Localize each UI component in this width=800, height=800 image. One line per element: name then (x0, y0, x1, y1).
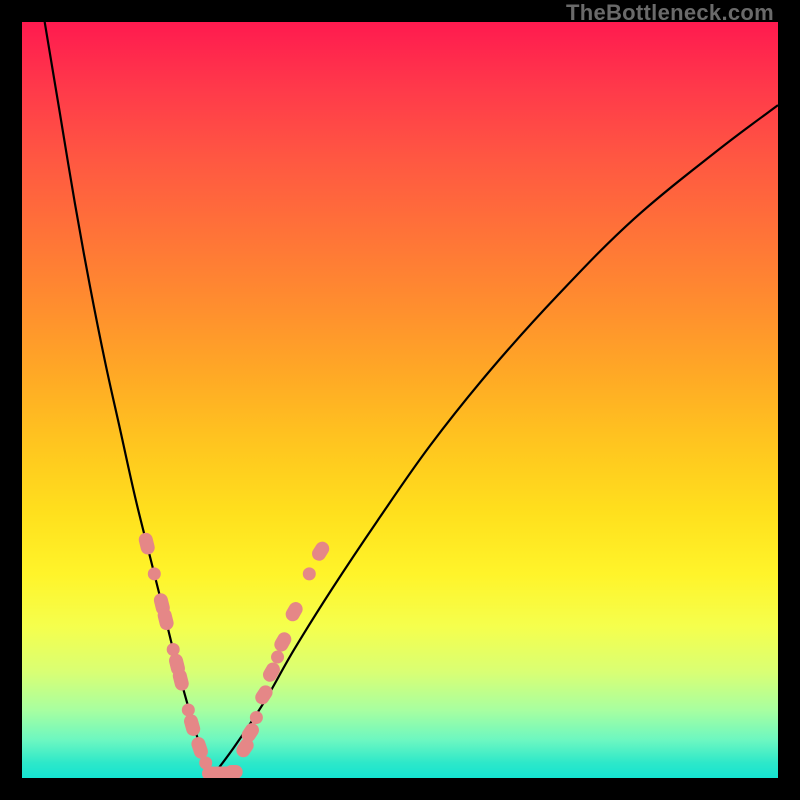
data-marker (250, 711, 263, 724)
data-marker (271, 651, 284, 664)
left-branch-curve (45, 22, 211, 778)
data-marker (253, 683, 276, 707)
data-marker (260, 660, 282, 684)
data-marker (148, 567, 161, 580)
right-branch-curve (211, 105, 778, 778)
curve-layer (22, 22, 778, 778)
data-marker (225, 765, 243, 778)
plot-area (22, 22, 778, 778)
data-marker (283, 600, 305, 624)
data-marker (137, 531, 156, 556)
marker-group (137, 531, 332, 778)
chart-frame: TheBottleneck.com (0, 0, 800, 800)
data-marker (309, 539, 331, 563)
data-marker (272, 630, 294, 654)
data-marker (182, 713, 202, 738)
data-marker (303, 567, 316, 580)
